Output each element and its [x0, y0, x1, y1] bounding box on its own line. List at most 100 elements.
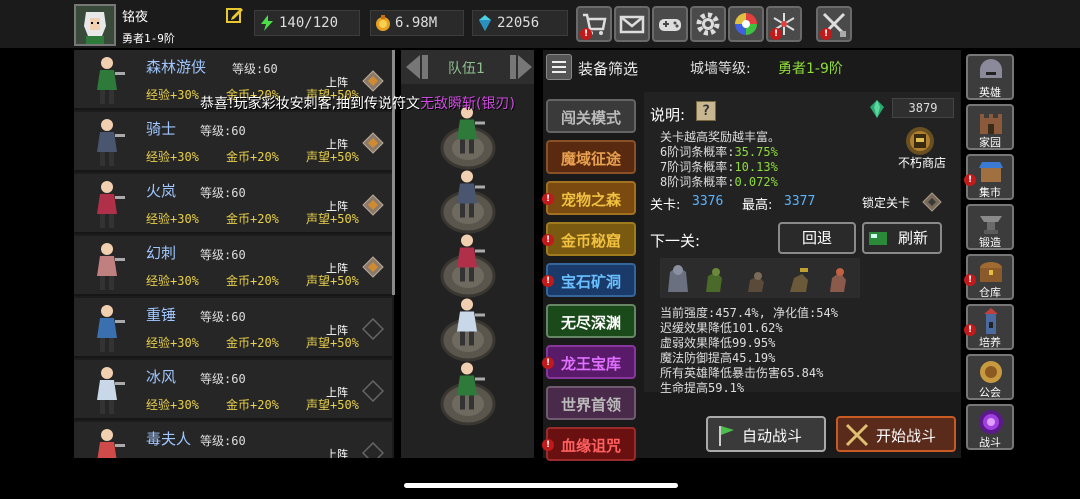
tools-badge: !	[820, 28, 832, 40]
prev-team-arrow-icon[interactable]	[402, 52, 432, 82]
auto-battle-label[interactable]: 自动战斗	[742, 425, 802, 446]
side-menu-item[interactable]: 战斗	[966, 404, 1014, 450]
side-menu-item[interactable]: 英雄	[966, 54, 1014, 100]
deploy-diamond-icon[interactable]	[362, 256, 384, 278]
side-menu-item[interactable]: 公会	[966, 354, 1014, 400]
deploy-label[interactable]: 上阵	[326, 384, 348, 400]
mode-button[interactable]: 血缘诅咒!	[542, 427, 636, 461]
deploy-label[interactable]: 上阵	[326, 136, 348, 152]
equipment-filter-button[interactable]	[546, 54, 572, 80]
next-stage-enemies	[660, 258, 860, 298]
lightning-icon	[261, 15, 273, 31]
side-menu-item[interactable]: 集市!	[964, 154, 1014, 200]
refresh-button[interactable]: 刷新	[862, 222, 942, 254]
deploy-label[interactable]: 上阵	[326, 260, 348, 276]
home-indicator[interactable]	[404, 483, 678, 488]
hero-name: 冰风	[146, 368, 177, 386]
color-wheel-button[interactable]	[728, 6, 764, 42]
hero-gold-bonus: 金币+20%	[226, 398, 279, 412]
immortal-shop-label[interactable]: 不朽商店	[898, 154, 946, 171]
side-menu-item[interactable]: 家园	[966, 104, 1014, 150]
deploy-diamond-icon[interactable]	[362, 442, 384, 458]
deploy-diamond-icon[interactable]	[362, 318, 384, 340]
wall-level-label: 城墙等级:	[690, 61, 751, 77]
energy-stat: 140/120	[254, 10, 360, 36]
mode-button[interactable]: 宠物之森!	[542, 181, 636, 215]
side-menu-item[interactable]: 培养!	[964, 304, 1014, 350]
settings-gear-icon	[696, 12, 720, 36]
side-menu-item[interactable]: 仓库!	[964, 254, 1014, 300]
mail-button[interactable]	[614, 6, 650, 42]
hero-level: 等级:60	[200, 434, 246, 448]
deploy-diamond-icon[interactable]	[362, 70, 384, 92]
flag-icon	[719, 426, 734, 446]
mode-button[interactable]: 世界首领	[546, 386, 636, 420]
hero-row[interactable]: 毒夫人 等级:60 上阵	[74, 422, 392, 458]
fireworks-button[interactable]: !	[766, 6, 802, 42]
gem-icon	[479, 15, 491, 31]
deploy-label[interactable]: 上阵	[326, 322, 348, 338]
side-menu-item[interactable]: 锻造	[966, 204, 1014, 250]
effect-line: 生命提高59.1%	[660, 381, 745, 395]
hero-row[interactable]: 骑士 等级:60 经验+30% 金币+20% 声望+50% 上阵	[74, 112, 392, 172]
hero-row[interactable]: 幻刺 等级:60 经验+30% 金币+20% 声望+50% 上阵	[74, 236, 392, 296]
deploy-diamond-icon[interactable]	[362, 380, 384, 402]
settings-button[interactable]	[690, 6, 726, 42]
start-battle-label[interactable]: 开始战斗	[876, 425, 936, 446]
deploy-label[interactable]: 上阵	[326, 198, 348, 214]
hero-exp-bonus: 经验+30%	[146, 150, 199, 164]
back-button[interactable]: 回退	[778, 222, 856, 254]
hero-name: 森林游侠	[146, 58, 207, 76]
hero-gold-bonus: 金币+20%	[226, 274, 279, 288]
deploy-label[interactable]: 上阵	[326, 446, 348, 458]
deploy-label[interactable]: 上阵	[326, 74, 348, 90]
mode-button[interactable]: 龙王宝库!	[542, 345, 636, 379]
lock-stage-toggle-icon[interactable]	[922, 192, 942, 212]
lock-stage-label[interactable]: 锁定关卡	[862, 194, 910, 211]
mode-button[interactable]: 无尽深渊	[546, 304, 636, 338]
deploy-diamond-icon[interactable]	[362, 194, 384, 216]
tier7-prob-value: 10.13%	[734, 160, 778, 174]
mode-button[interactable]: 金币秘窟!	[542, 222, 636, 256]
gem-stat: 22056	[472, 10, 568, 36]
market-icon	[979, 162, 1003, 182]
side-menu-label: 英雄	[979, 86, 1001, 99]
anvil-icon	[980, 216, 1002, 234]
edit-name-icon[interactable]	[226, 6, 244, 24]
castle-icon	[980, 114, 1002, 134]
crystal-currency-icon	[870, 100, 884, 118]
equipment-filter-label[interactable]: 装备筛选	[578, 58, 638, 79]
menu-list-icon	[552, 61, 566, 73]
hero-row[interactable]: 重锤 等级:60 经验+30% 金币+20% 声望+50% 上阵	[74, 298, 392, 358]
broadcast-text: 恭喜!玩家彩妆安刺客,抽到传说符文	[200, 96, 421, 112]
tier6-prob-value: 35.75%	[734, 145, 778, 159]
hero-list-scrollbar[interactable]	[392, 50, 395, 295]
gold-coin-bag-icon	[376, 15, 390, 31]
tier8-prob-value: 0.072%	[734, 175, 778, 189]
next-team-arrow-icon[interactable]	[506, 52, 536, 82]
gamepad-button[interactable]	[652, 6, 688, 42]
energy-value: 140/120	[279, 15, 339, 31]
hero-exp-bonus: 经验+30%	[146, 398, 199, 412]
mode-button[interactable]: 闯关模式	[546, 99, 636, 133]
immortal-shop-icon[interactable]	[900, 124, 940, 158]
next-stage-label: 下一关:	[650, 232, 701, 250]
side-menu-label: 仓库	[979, 286, 1001, 299]
hero-row[interactable]: 冰风 等级:60 经验+30% 金币+20% 声望+50% 上阵	[74, 360, 392, 420]
tools-button[interactable]: !	[816, 6, 852, 42]
hero-name: 火岚	[146, 182, 177, 200]
hero-row[interactable]: 火岚 等级:60 经验+30% 金币+20% 声望+50% 上阵	[74, 174, 392, 234]
help-icon[interactable]: ?	[696, 101, 716, 121]
hero-level: 等级:60	[232, 62, 278, 76]
mode-button[interactable]: 魔域征途	[546, 140, 636, 174]
mode-badge: !	[542, 234, 554, 246]
shop-button[interactable]: !	[576, 6, 612, 42]
mode-badge: !	[542, 193, 554, 205]
mode-label: 闯关模式	[560, 109, 621, 127]
player-avatar[interactable]	[74, 4, 116, 46]
deploy-diamond-icon[interactable]	[362, 132, 384, 154]
color-wheel-icon	[735, 13, 757, 35]
refresh-icon	[869, 232, 887, 245]
side-menu-label: 锻造	[979, 236, 1001, 249]
mode-button[interactable]: 宝石矿洞!	[542, 263, 636, 297]
